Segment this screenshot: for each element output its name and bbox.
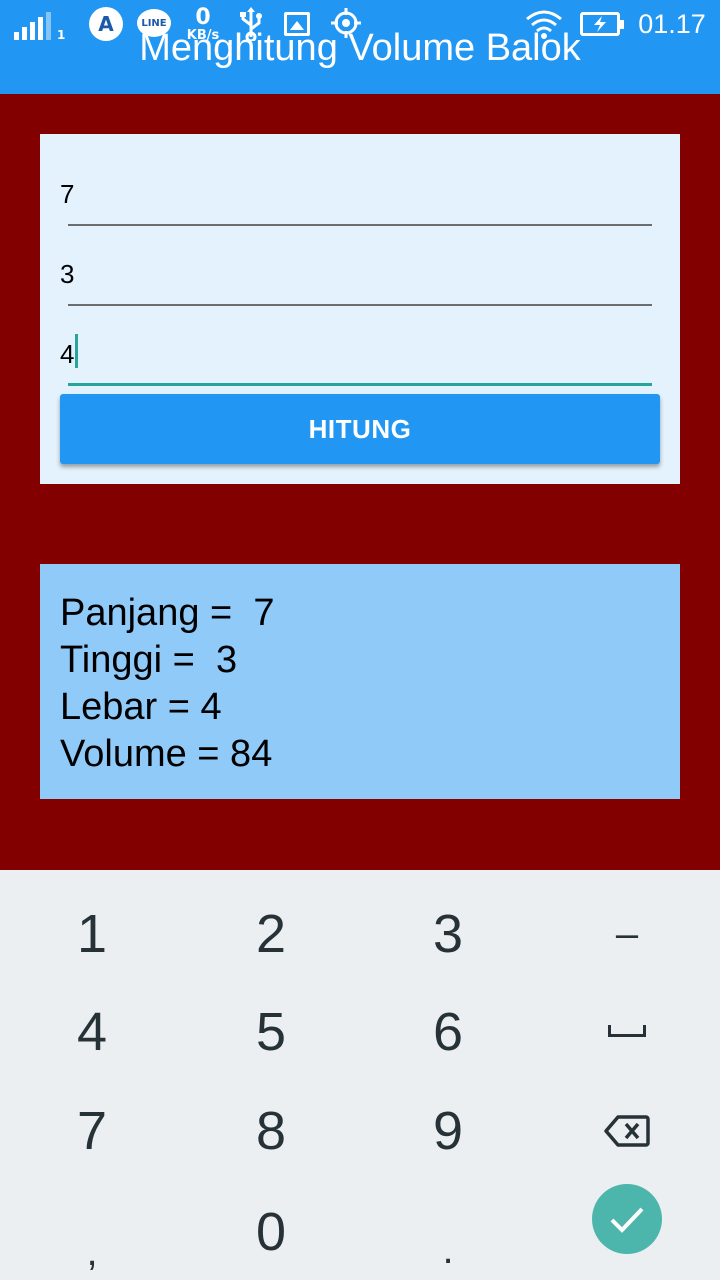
backspace-icon[interactable] — [537, 1082, 717, 1180]
usb-icon — [236, 6, 266, 42]
tinggi-underline — [68, 304, 652, 306]
status-time: 01.17 — [638, 8, 706, 39]
lebar-field — [60, 326, 652, 386]
hitung-button[interactable]: HITUNG — [60, 394, 660, 464]
signal-icon — [14, 10, 54, 40]
panjang-underline — [68, 224, 652, 226]
key-2[interactable]: 2 — [181, 885, 361, 983]
result-volume: Volume = 84 — [60, 733, 273, 775]
app-a-icon: A — [89, 7, 123, 41]
data-speed-indicator: 0 KB/s — [183, 4, 223, 44]
image-icon — [284, 12, 310, 36]
signal-sim-label: 1 — [57, 28, 66, 42]
result-lebar: Lebar = 4 — [60, 686, 222, 728]
lebar-input[interactable] — [60, 326, 652, 382]
space-icon[interactable] — [608, 1025, 646, 1037]
wifi-icon — [524, 6, 564, 42]
key-4[interactable]: 4 — [2, 983, 182, 1081]
done-check-icon[interactable] — [592, 1184, 662, 1254]
key-8[interactable]: 8 — [181, 1082, 361, 1180]
key-6[interactable]: 6 — [358, 983, 538, 1081]
status-bar: 1 A LINE 0 KB/s 01.17 — [0, 0, 720, 48]
data-speed-value: 0 — [195, 4, 211, 30]
key-7[interactable]: 7 — [2, 1082, 182, 1180]
key-minus[interactable]: – — [537, 885, 717, 983]
result-tinggi: Tinggi = 3 — [60, 639, 238, 681]
numeric-keyboard: 1 2 3 – 4 5 6 7 8 9 , 0 . — [0, 870, 720, 1280]
lebar-underline — [68, 383, 652, 386]
key-comma[interactable]: , — [2, 1185, 182, 1280]
tinggi-field — [60, 246, 652, 306]
battery-charging-icon — [580, 12, 624, 36]
text-cursor — [75, 334, 78, 368]
key-dot[interactable]: . — [358, 1185, 538, 1280]
line-app-icon: LINE — [137, 9, 171, 37]
data-speed-unit: KB/s — [186, 27, 220, 43]
key-5[interactable]: 5 — [181, 983, 361, 1081]
gps-icon — [328, 5, 364, 41]
result-panel: Panjang = 7 Tinggi = 3 Lebar = 4 Volume … — [40, 564, 680, 799]
key-9[interactable]: 9 — [358, 1082, 538, 1180]
tinggi-input[interactable] — [60, 246, 652, 302]
key-1[interactable]: 1 — [2, 885, 182, 983]
key-3[interactable]: 3 — [358, 885, 538, 983]
panjang-input[interactable] — [60, 166, 652, 222]
result-panjang: Panjang = 7 — [60, 592, 275, 634]
input-form-card: HITUNG — [40, 134, 680, 484]
panjang-field — [60, 166, 652, 226]
key-0[interactable]: 0 — [181, 1183, 361, 1280]
